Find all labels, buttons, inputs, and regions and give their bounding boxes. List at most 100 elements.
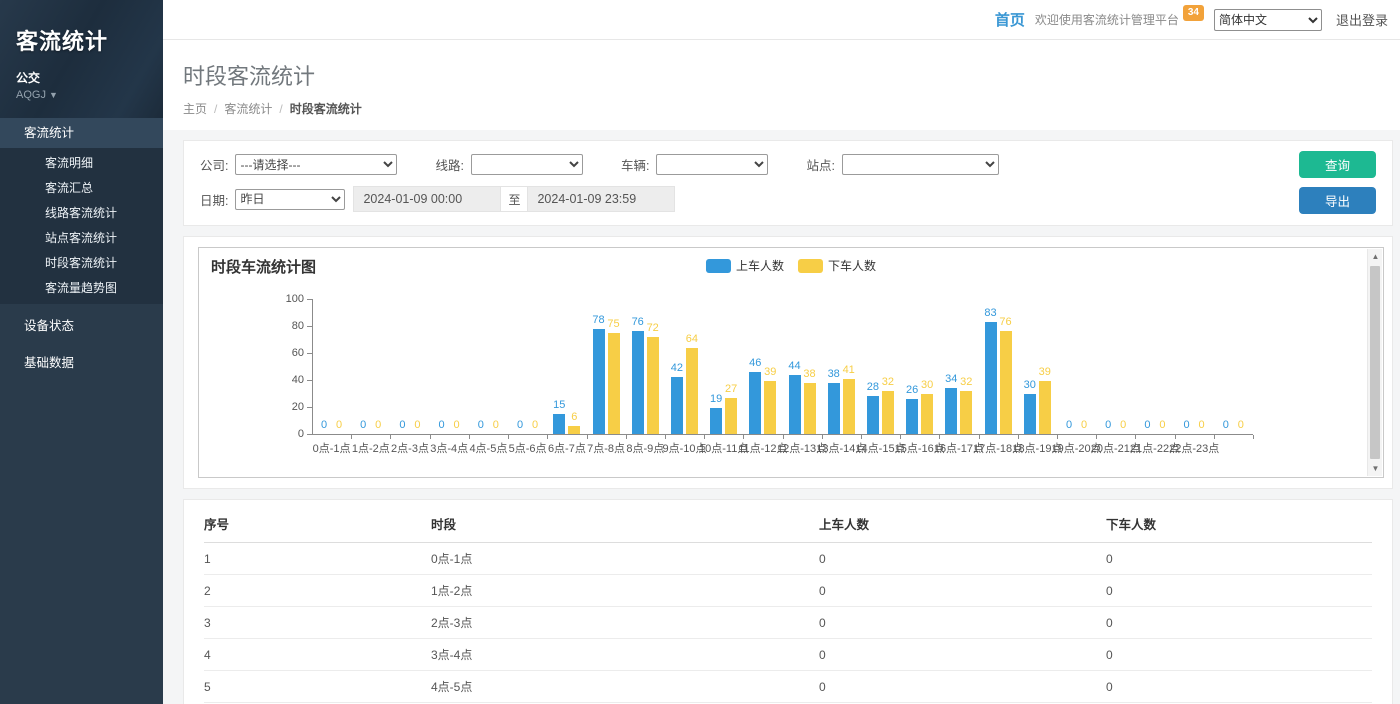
cell: 2 — [204, 575, 431, 607]
y-tick-mark — [307, 353, 312, 354]
column-header-序号: 序号 — [204, 504, 431, 543]
line-select[interactable] — [471, 154, 583, 175]
bar-alighting — [882, 391, 894, 434]
sidebar-subitem-客流明细[interactable]: 客流明细 — [0, 151, 163, 176]
x-tick-mark — [1175, 435, 1176, 439]
date-preset-select[interactable]: 昨日 — [235, 189, 345, 210]
bar-boarding — [593, 329, 605, 434]
company-select[interactable]: ---请选择--- — [235, 154, 397, 175]
date-to-input[interactable]: 2024-01-09 23:59 — [527, 186, 675, 212]
cell: 1 — [204, 543, 431, 575]
y-axis-label: 40 — [270, 374, 304, 386]
sidebar-subitem-站点客流统计[interactable]: 站点客流统计 — [0, 226, 163, 251]
vehicle-select[interactable] — [656, 154, 768, 175]
cell: 0 — [1106, 575, 1372, 607]
station-select[interactable] — [842, 154, 999, 175]
cell: 0 — [819, 639, 1106, 671]
bar-boarding — [985, 322, 997, 434]
legend-item-下车人数[interactable]: 下车人数 — [798, 257, 876, 274]
breadcrumb: 主页/客流统计/时段客流统计 — [183, 100, 1400, 117]
x-tick-mark — [351, 435, 352, 439]
sidebar-item-客流统计[interactable]: 客流统计 — [0, 118, 163, 148]
y-axis-label: 100 — [270, 293, 304, 305]
bar-value-label: 0 — [515, 419, 555, 431]
bar-boarding — [789, 375, 801, 434]
scroll-up-icon[interactable]: ▲ — [1368, 249, 1383, 264]
language-select[interactable]: 简体中文 — [1214, 9, 1322, 31]
notification-badge: 34 — [1183, 5, 1204, 21]
x-tick-mark — [704, 435, 705, 439]
query-button[interactable]: 查询 — [1299, 151, 1376, 178]
bar-value-label: 76 — [986, 316, 1026, 328]
bar-boarding — [867, 396, 879, 434]
y-axis-label: 80 — [270, 320, 304, 332]
sidebar-subitem-客流汇总[interactable]: 客流汇总 — [0, 176, 163, 201]
scrollbar-thumb[interactable] — [1370, 266, 1380, 459]
table-row: 32点-3点00 — [204, 607, 1372, 639]
x-tick-mark — [626, 435, 627, 439]
page-header: 时段客流统计 主页/客流统计/时段客流统计 — [163, 40, 1400, 130]
submenu: 客流明细客流汇总线路客流统计站点客流统计时段客流统计客流量趋势图 — [0, 148, 163, 304]
home-link[interactable]: 首页 — [995, 9, 1025, 30]
station-label: 站点: — [806, 155, 834, 174]
date-from-input[interactable]: 2024-01-09 00:00 — [353, 186, 501, 212]
sidebar-subitem-时段客流统计[interactable]: 时段客流统计 — [0, 251, 163, 276]
export-button[interactable]: 导出 — [1299, 187, 1376, 214]
y-tick-mark — [307, 380, 312, 381]
sidebar-subitem-线路客流统计[interactable]: 线路客流统计 — [0, 201, 163, 226]
bar-boarding — [945, 388, 957, 434]
sidebar-subitem-客流量趋势图[interactable]: 客流量趋势图 — [0, 276, 163, 301]
chart-scrollbar[interactable]: ▲ ▼ — [1367, 249, 1382, 476]
caret-down-icon: ▼ — [49, 90, 58, 100]
logout-link[interactable]: 退出登录 — [1336, 10, 1388, 29]
bar-alighting — [608, 333, 620, 434]
bar-value-label: 0 — [1221, 419, 1261, 431]
bar-alighting — [921, 394, 933, 435]
bar-value-label: 72 — [633, 322, 673, 334]
org-selector[interactable]: AQGJ▼ — [16, 89, 147, 101]
scroll-down-icon[interactable]: ▼ — [1368, 461, 1383, 476]
bar-value-label: 32 — [946, 376, 986, 388]
sidebar-item-基础数据[interactable]: 基础数据 — [0, 348, 163, 378]
x-tick-mark — [430, 435, 431, 439]
app-title: 客流统计 — [16, 24, 147, 56]
legend-label: 下车人数 — [828, 257, 876, 274]
cell: 0点-1点 — [431, 543, 819, 575]
bar-value-label: 15 — [539, 399, 579, 411]
bar-alighting — [686, 348, 698, 434]
x-axis-label: 1点-2点 — [352, 440, 390, 456]
chart-title: 时段车流统计图 — [211, 256, 316, 277]
bar-value-label: 64 — [672, 333, 712, 345]
x-tick-mark — [587, 435, 588, 439]
bar-boarding — [749, 372, 761, 434]
x-tick-mark — [822, 435, 823, 439]
cell: 0 — [819, 543, 1106, 575]
breadcrumb-home[interactable]: 主页 — [183, 102, 207, 116]
sidebar-item-设备状态[interactable]: 设备状态 — [0, 311, 163, 341]
x-axis-label: 22点-23点 — [1169, 440, 1219, 456]
org-name: 公交 — [16, 69, 147, 86]
filter-panel: 公司: ---请选择--- 线路: 车辆: 站点: 日期: — [183, 140, 1393, 226]
cell: 4 — [204, 639, 431, 671]
bar-alighting — [960, 391, 972, 434]
x-tick-mark — [743, 435, 744, 439]
bar-boarding — [906, 399, 918, 434]
cell: 0 — [819, 671, 1106, 703]
column-header-上车人数: 上车人数 — [819, 504, 1106, 543]
x-tick-mark — [1096, 435, 1097, 439]
legend-item-上车人数[interactable]: 上车人数 — [706, 257, 784, 274]
bar-alighting — [647, 337, 659, 434]
legend-label: 上车人数 — [736, 257, 784, 274]
cell: 4点-5点 — [431, 671, 819, 703]
cell: 0 — [1106, 671, 1372, 703]
cell: 0 — [1106, 639, 1372, 671]
table-row: 10点-1点00 — [204, 543, 1372, 575]
date-range-separator: 至 — [501, 186, 527, 212]
breadcrumb-section[interactable]: 客流统计 — [224, 102, 272, 116]
x-tick-mark — [939, 435, 940, 439]
bar-value-label: 41 — [829, 364, 869, 376]
x-axis-label: 0点-1点 — [313, 440, 351, 456]
welcome-text: 欢迎使用客流统计管理平台 — [1035, 11, 1179, 28]
cell: 0 — [1106, 607, 1372, 639]
column-header-下车人数: 下车人数 — [1106, 504, 1372, 543]
